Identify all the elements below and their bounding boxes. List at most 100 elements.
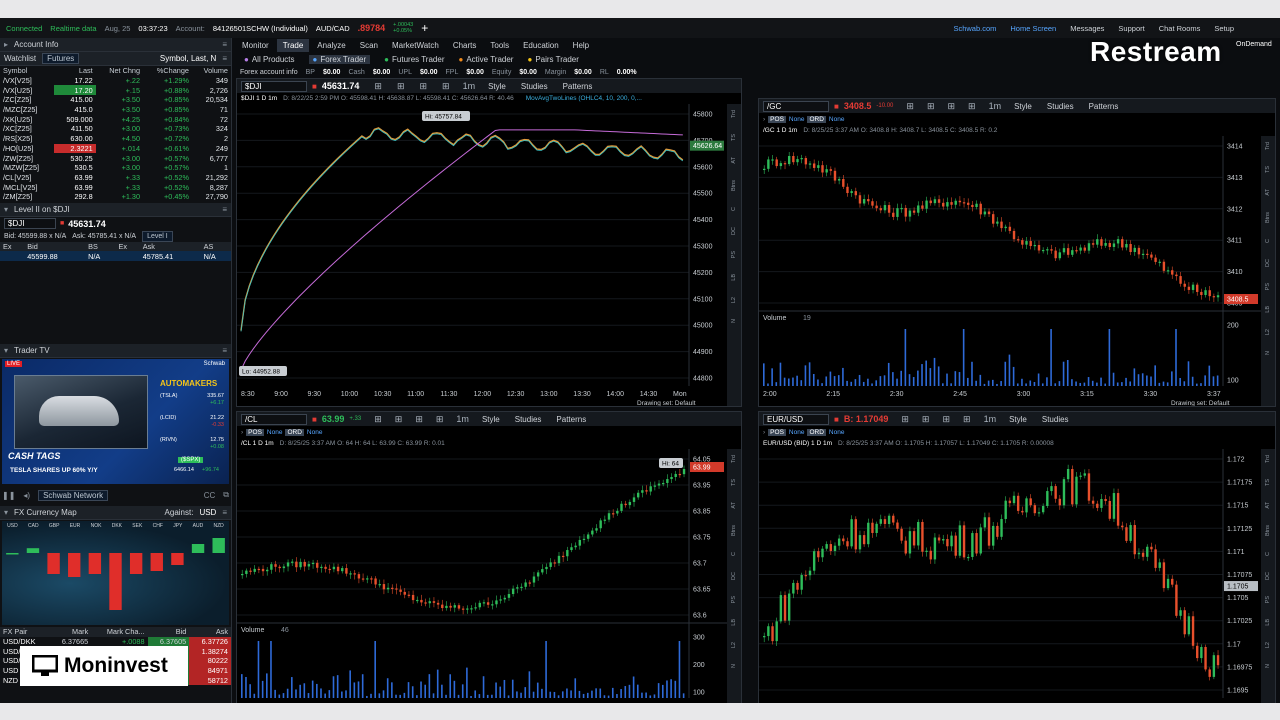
chart-canvas[interactable]: 3414341334123411341034092:002:152:302:45… <box>759 136 1263 407</box>
chart-symbol[interactable]: /CL <box>241 413 307 425</box>
gear-icon[interactable]: ⊞ <box>968 101 976 112</box>
level2-col-header[interactable]: Ex <box>0 242 24 252</box>
schwab-link[interactable]: Schwab.com <box>953 24 996 33</box>
volume-icon[interactable]: ◂) <box>23 491 30 500</box>
fx-currency-label[interactable]: NOK <box>91 523 102 529</box>
grid-icon[interactable]: ⊞ <box>395 414 403 425</box>
watchlist-col-header[interactable]: Net Chng <box>96 66 143 76</box>
tab-scan[interactable]: Scan <box>354 39 384 52</box>
fx-currency-label[interactable]: USD <box>7 523 18 529</box>
drawing-set-label[interactable]: Drawing set: Default <box>637 400 696 407</box>
share-icon[interactable]: ⊞ <box>901 414 909 425</box>
side-tab[interactable]: AT <box>1265 189 1271 196</box>
style-button[interactable]: Style <box>1009 415 1027 424</box>
table-row[interactable]: USD/DKK 6.37665 +.0088 6.37605 6.37726 <box>0 636 231 647</box>
support-link[interactable]: Support <box>1118 24 1144 33</box>
level2-col-header[interactable]: AS <box>201 242 231 252</box>
drawing-set-label[interactable]: Drawing set: Default <box>1171 400 1230 407</box>
side-tab[interactable]: Trd <box>731 455 737 463</box>
watchlist-col-header[interactable]: Last <box>54 66 96 76</box>
side-tab[interactable]: N <box>731 664 737 668</box>
chart-symbol[interactable]: $DJI <box>241 80 307 92</box>
side-tab[interactable]: L2 <box>731 297 737 303</box>
side-tab[interactable]: DC <box>731 572 737 580</box>
side-tab[interactable]: LB <box>731 274 737 281</box>
patterns-button[interactable]: Patterns <box>563 82 593 91</box>
setup-link[interactable]: Setup <box>1214 24 1234 33</box>
fx-currency-label[interactable]: DKK <box>112 523 122 529</box>
tab-trade[interactable]: Trade <box>276 39 310 52</box>
studies-button[interactable]: Studies <box>1042 415 1069 424</box>
fx-currency-label[interactable]: CHF <box>153 523 163 529</box>
watchlist-col-header[interactable]: Symbol <box>0 66 54 76</box>
side-tab[interactable]: C <box>731 552 737 556</box>
studies-button[interactable]: Studies <box>521 82 548 91</box>
fx-currency-label[interactable]: CAD <box>28 523 39 529</box>
level2-col-header[interactable]: Ex <box>115 242 139 252</box>
patterns-button[interactable]: Patterns <box>1089 102 1119 111</box>
side-tab[interactable]: AT <box>1265 502 1271 509</box>
flask-icon[interactable]: ⊞ <box>947 101 955 112</box>
patterns-button[interactable]: Patterns <box>556 415 586 424</box>
pause-icon[interactable]: ❚❚ <box>2 491 15 500</box>
side-tab[interactable]: PS <box>1265 283 1271 290</box>
share-icon[interactable]: ⊞ <box>374 81 382 92</box>
side-tab[interactable]: LB <box>1265 619 1271 626</box>
fx-col-header[interactable]: FX Pair <box>0 627 50 637</box>
side-tab[interactable]: LB <box>1265 306 1271 313</box>
grid-icon[interactable]: ⊞ <box>927 101 935 112</box>
share-icon[interactable]: ⊞ <box>374 414 382 425</box>
table-row[interactable]: /CL[V25] 63.99 +.33 +0.52% 21,292 <box>0 173 231 183</box>
side-tab[interactable]: C <box>1265 552 1271 556</box>
side-tab[interactable]: N <box>1265 664 1271 668</box>
grid-icon[interactable]: ⊞ <box>922 414 930 425</box>
flask-icon[interactable]: ⊞ <box>415 414 423 425</box>
table-row[interactable]: /ZW[Z25] 530.25 +3.00 +0.57% 6,777 <box>0 153 231 163</box>
tab-education[interactable]: Education <box>517 39 565 52</box>
table-row[interactable]: /MZC[Z25] 415.0 +3.50 +0.85% 71 <box>0 105 231 115</box>
fx-currency-label[interactable]: JPY <box>173 523 182 529</box>
level2-symbol[interactable]: $DJI <box>4 218 56 230</box>
flask-icon[interactable]: ⊞ <box>942 414 950 425</box>
fx-currency-label[interactable]: SEK <box>132 523 142 529</box>
watchlist-col-header[interactable]: %Change <box>143 66 192 76</box>
table-row[interactable]: /XK[U25] 509.000 +4.25 +0.84% 72 <box>0 114 231 124</box>
gear-icon[interactable]: ⊞ <box>436 414 444 425</box>
menu-icon[interactable]: ≡ <box>222 54 227 63</box>
side-tab[interactable]: Btns <box>1265 525 1271 536</box>
side-tab[interactable]: LB <box>731 619 737 626</box>
tab-help[interactable]: Help <box>567 39 595 52</box>
side-tab[interactable]: DC <box>1265 259 1271 267</box>
side-tab[interactable]: C <box>731 207 737 211</box>
level2-header[interactable]: ▾ Level II on $DJI ≡ <box>0 202 231 217</box>
table-row[interactable]: /ZC[Z25] 415.00 +3.50 +0.85% 20,534 <box>0 95 231 105</box>
aggregation-button[interactable]: 1m <box>463 81 476 91</box>
fx-col-header[interactable]: Mark Cha... <box>91 627 147 637</box>
side-tab[interactable]: AT <box>731 502 737 509</box>
subtab-active-trader[interactable]: ● Active Trader <box>458 55 513 64</box>
table-row[interactable]: /VX[U25] 17.20 +.15 +0.88% 2,726 <box>0 85 231 96</box>
tab-monitor[interactable]: Monitor <box>236 39 275 52</box>
fx-col-header[interactable]: Ask <box>189 627 231 637</box>
watchlist-col-header[interactable]: Volume <box>192 66 231 76</box>
tab-charts[interactable]: Charts <box>447 39 483 52</box>
side-tab[interactable]: Btns <box>731 525 737 536</box>
fx-col-header[interactable]: Mark <box>50 627 92 637</box>
side-tab[interactable]: TS <box>731 134 737 141</box>
trader-tv-header[interactable]: ▾ Trader TV ≡ <box>0 344 231 358</box>
chat-rooms-link[interactable]: Chat Rooms <box>1159 24 1201 33</box>
studies-button[interactable]: Studies <box>1047 102 1074 111</box>
share-icon[interactable]: ⊞ <box>906 101 914 112</box>
side-tab[interactable]: N <box>731 319 737 323</box>
studies-button[interactable]: Studies <box>515 415 542 424</box>
fx-currency-label[interactable]: AUD <box>193 523 204 529</box>
side-tab[interactable]: TS <box>1265 479 1271 486</box>
side-tab[interactable]: Trd <box>1265 455 1271 463</box>
account-info-header[interactable]: ▸ Account Info ≡ <box>0 38 231 52</box>
fx-currency-label[interactable]: NZD <box>214 523 224 529</box>
aggregation-button[interactable]: 1m <box>456 414 469 424</box>
messages-link[interactable]: Messages <box>1070 24 1104 33</box>
chart-canvas[interactable]: 1.172 1.17175 1.1715 1.17125 1.171 1.17075 1.1… <box>759 449 1263 703</box>
table-row[interactable]: /VX[V25] 17.22 +.22 +1.29% 349 <box>0 76 231 86</box>
style-button[interactable]: Style <box>488 82 506 91</box>
